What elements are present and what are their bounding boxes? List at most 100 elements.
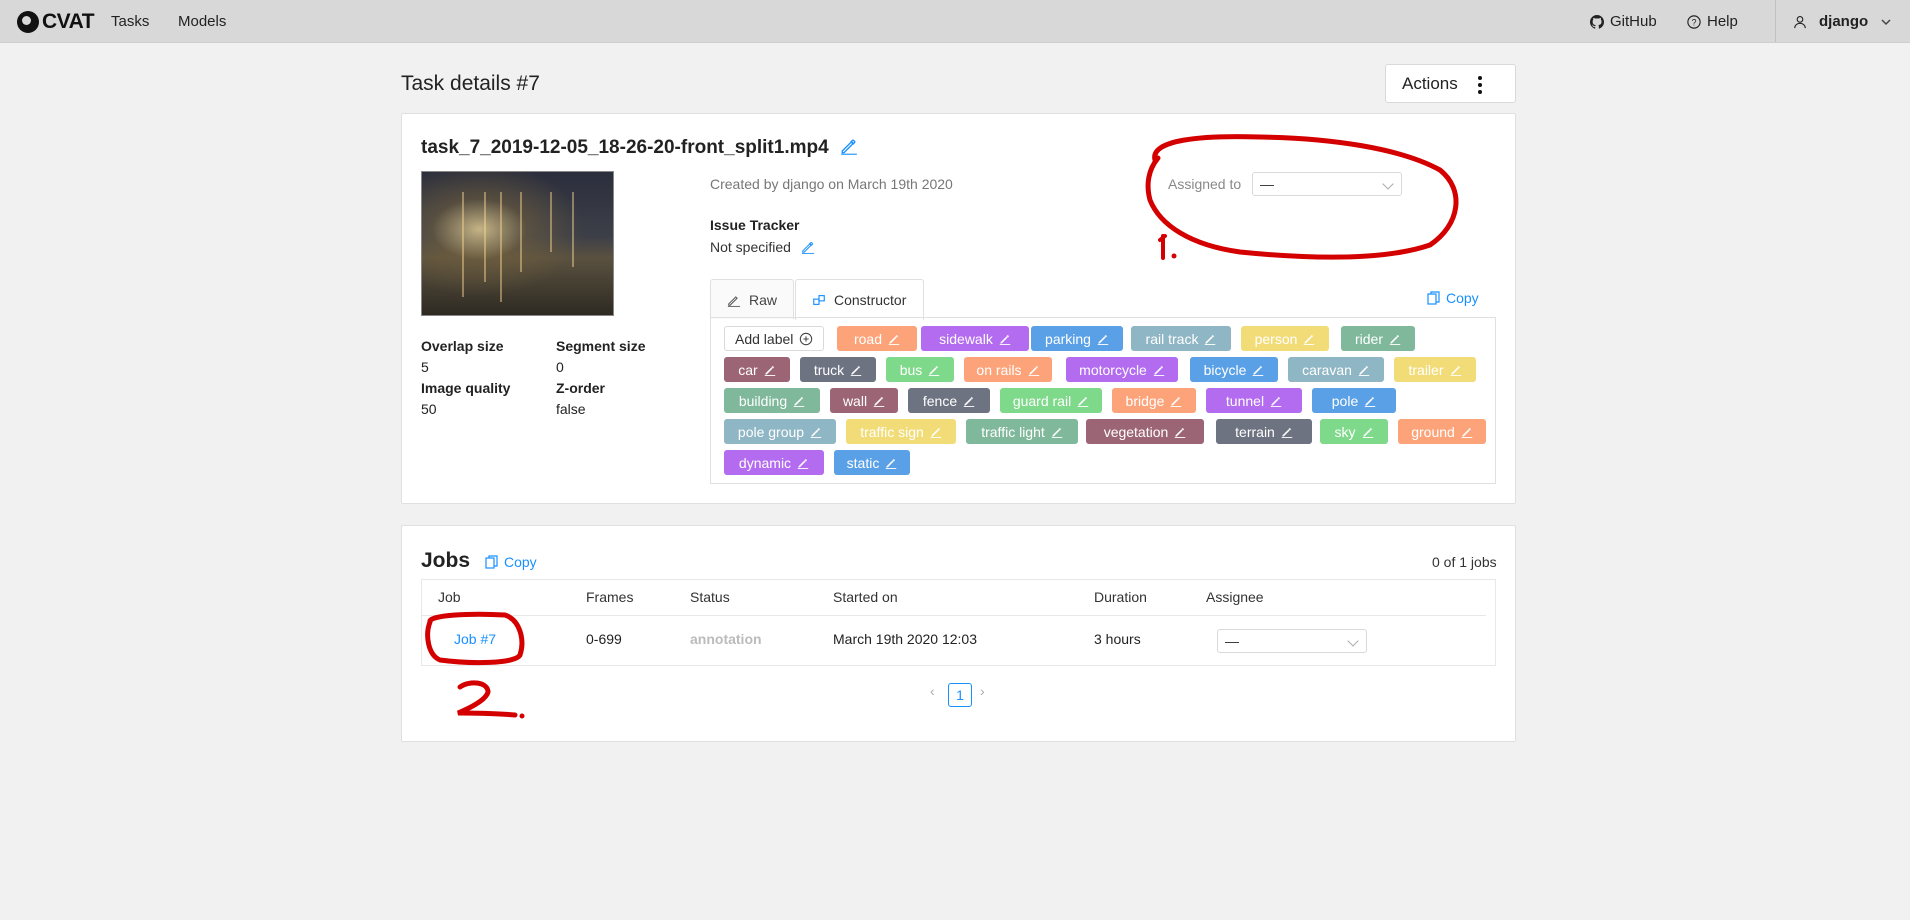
- label-chip-name: rider: [1354, 330, 1383, 347]
- edit-label-icon[interactable]: [1097, 333, 1109, 345]
- label-chip[interactable]: person: [1241, 326, 1329, 351]
- github-link[interactable]: GitHub: [1590, 13, 1657, 30]
- label-chip[interactable]: road: [837, 326, 917, 351]
- edit-label-icon[interactable]: [885, 457, 897, 469]
- edit-label-icon[interactable]: [999, 333, 1011, 345]
- job-started-on: March 19th 2020 12:03: [833, 631, 977, 647]
- tab-raw[interactable]: Raw: [710, 279, 794, 319]
- label-chip[interactable]: tunnel: [1206, 388, 1302, 413]
- label-chip[interactable]: bus: [886, 357, 954, 382]
- tab-constructor[interactable]: Constructor: [795, 279, 924, 320]
- label-chip[interactable]: bicycle: [1190, 357, 1278, 382]
- label-chip[interactable]: pole group: [724, 419, 836, 444]
- label-chip[interactable]: parking: [1031, 326, 1123, 351]
- label-chip-name: pole group: [737, 423, 805, 440]
- col-job: Job: [438, 589, 461, 605]
- edit-label-icon[interactable]: [1364, 395, 1376, 407]
- label-chip[interactable]: trailer: [1394, 357, 1476, 382]
- edit-label-icon[interactable]: [1252, 364, 1264, 376]
- actions-button[interactable]: Actions: [1385, 64, 1516, 103]
- pagination-page[interactable]: 1: [948, 683, 972, 707]
- label-chip[interactable]: motorcycle: [1066, 357, 1178, 382]
- edit-label-icon[interactable]: [1270, 395, 1282, 407]
- edit-icon[interactable]: [840, 137, 858, 155]
- nav-models[interactable]: Models: [178, 13, 226, 30]
- label-chip[interactable]: sky: [1320, 419, 1388, 444]
- label-chip[interactable]: wall: [830, 388, 898, 413]
- label-chip[interactable]: static: [834, 450, 910, 475]
- label-chip[interactable]: terrain: [1216, 419, 1312, 444]
- chevron-down-icon: [1382, 178, 1394, 190]
- edit-label-icon[interactable]: [1170, 395, 1182, 407]
- label-chip[interactable]: rider: [1341, 326, 1415, 351]
- job-link[interactable]: Job #7: [454, 631, 496, 647]
- label-chip-name: pole: [1331, 392, 1359, 409]
- edit-label-icon[interactable]: [764, 364, 776, 376]
- add-label-button[interactable]: Add label: [724, 326, 825, 351]
- label-chip[interactable]: rail track: [1131, 326, 1231, 351]
- assignee-select[interactable]: —: [1252, 172, 1402, 196]
- edit-label-icon[interactable]: [1303, 333, 1315, 345]
- label-chip[interactable]: caravan: [1288, 357, 1384, 382]
- copy-jobs-label: Copy: [504, 554, 537, 570]
- edit-label-icon[interactable]: [1450, 364, 1462, 376]
- edit-label-icon[interactable]: [797, 457, 809, 469]
- label-chip[interactable]: vegetation: [1086, 419, 1204, 444]
- user-menu[interactable]: django: [1793, 13, 1892, 30]
- edit-label-icon[interactable]: [930, 426, 942, 438]
- label-chip-name: road: [853, 330, 883, 347]
- edit-issue-tracker-icon[interactable]: [801, 240, 815, 254]
- label-chip-name: dynamic: [738, 454, 792, 471]
- pagination-next[interactable]: ›: [980, 683, 985, 699]
- label-chip-name: bridge: [1125, 392, 1165, 409]
- edit-label-icon[interactable]: [888, 333, 900, 345]
- label-chip[interactable]: fence: [908, 388, 990, 413]
- label-chip-name: building: [738, 392, 788, 409]
- copy-icon: [485, 555, 498, 569]
- github-label: GitHub: [1610, 13, 1657, 30]
- z-order-value: false: [556, 401, 586, 417]
- label-chip[interactable]: bridge: [1112, 388, 1196, 413]
- label-chip[interactable]: ground: [1398, 419, 1486, 444]
- label-chip[interactable]: building: [724, 388, 820, 413]
- label-chip[interactable]: guard rail: [1000, 388, 1102, 413]
- edit-label-icon[interactable]: [1051, 426, 1063, 438]
- edit-label-icon[interactable]: [1153, 364, 1165, 376]
- edit-label-icon[interactable]: [928, 364, 940, 376]
- edit-label-icon[interactable]: [1281, 426, 1293, 438]
- label-chip-name: traffic sign: [860, 423, 924, 440]
- help-link[interactable]: ? Help: [1687, 13, 1738, 30]
- label-chip[interactable]: dynamic: [724, 450, 824, 475]
- edit-label-icon[interactable]: [1389, 333, 1401, 345]
- edit-label-icon[interactable]: [1174, 426, 1186, 438]
- cvat-logo[interactable]: CVAT: [17, 10, 95, 34]
- nav-tasks[interactable]: Tasks: [111, 13, 149, 30]
- label-chip-name: on rails: [976, 361, 1022, 378]
- label-chip[interactable]: traffic light: [966, 419, 1078, 444]
- copy-labels-button[interactable]: Copy: [1427, 290, 1479, 306]
- pagination-prev[interactable]: ‹: [930, 683, 935, 699]
- edit-label-icon[interactable]: [1358, 364, 1370, 376]
- edit-label-icon[interactable]: [1028, 364, 1040, 376]
- edit-label-icon[interactable]: [1362, 426, 1374, 438]
- edit-label-icon[interactable]: [1077, 395, 1089, 407]
- edit-label-icon[interactable]: [1461, 426, 1473, 438]
- edit-label-icon[interactable]: [963, 395, 975, 407]
- label-chip[interactable]: pole: [1312, 388, 1396, 413]
- label-chip[interactable]: car: [724, 357, 790, 382]
- label-chip[interactable]: traffic sign: [846, 419, 956, 444]
- label-chip[interactable]: on rails: [964, 357, 1052, 382]
- edit-label-icon[interactable]: [1204, 333, 1216, 345]
- label-chip[interactable]: truck: [800, 357, 876, 382]
- label-chip-name: truck: [813, 361, 845, 378]
- actions-label: Actions: [1402, 73, 1458, 93]
- edit-label-icon[interactable]: [810, 426, 822, 438]
- label-chip-name: terrain: [1235, 423, 1275, 440]
- edit-label-icon[interactable]: [850, 364, 862, 376]
- edit-label-icon[interactable]: [873, 395, 885, 407]
- label-chip[interactable]: sidewalk: [921, 326, 1029, 351]
- label-chip-name: vegetation: [1103, 423, 1169, 440]
- copy-jobs-button[interactable]: Copy: [485, 554, 537, 570]
- job-assignee-select[interactable]: —: [1217, 629, 1367, 653]
- edit-label-icon[interactable]: [793, 395, 805, 407]
